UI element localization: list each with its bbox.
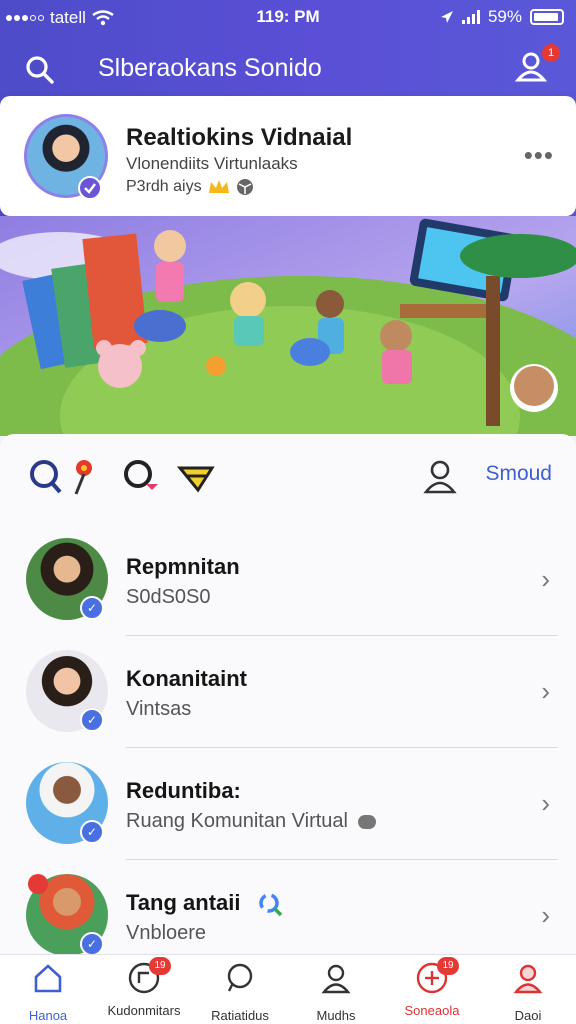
search-icon xyxy=(227,963,253,992)
profile-stat-text: P3rdh aiys xyxy=(126,178,202,195)
profile-name: Realtiokins Vidnaial xyxy=(126,124,353,151)
tab-label: Daoi xyxy=(514,1008,542,1023)
filter-toolbar: Smoud xyxy=(0,454,576,498)
chevron-right-icon: › xyxy=(541,900,550,930)
list-item-subtitle-text: Ruang Komunitan Virtual xyxy=(126,810,348,832)
search-heart-icon[interactable] xyxy=(120,454,164,498)
google-search-icon xyxy=(258,893,282,917)
send-link[interactable]: Smoud xyxy=(485,462,552,486)
profile-card[interactable]: Realtiokins Vidnaial Vlonendiits Virtunl… xyxy=(0,96,576,216)
list-item-subtitle: S0dS0S0 xyxy=(126,586,211,608)
tab-badge: 19 xyxy=(149,957,171,975)
verified-badge-icon: ✓ xyxy=(80,596,104,620)
alert-badge-icon xyxy=(28,874,48,894)
list-item-subtitle: Ruang Komunitan Virtual xyxy=(126,810,376,833)
bee-icon[interactable] xyxy=(174,454,218,498)
location-arrow-icon xyxy=(440,11,453,23)
list-item[interactable]: ✓ Konanitaint Vintsas › xyxy=(0,636,576,748)
community-banner-illustration xyxy=(0,216,576,436)
chevron-right-icon: › xyxy=(541,564,550,594)
bottom-tab-bar: Hanoa 19 Kudonmitars Ratiatidus Mudhs 19… xyxy=(0,954,576,1024)
chat-icon-wrap: 19 xyxy=(127,957,171,995)
person-icon[interactable] xyxy=(418,454,462,498)
list-item-title: Konanitaint xyxy=(126,666,247,691)
banner-art xyxy=(0,216,576,436)
app-title: Slberaokans Sonido xyxy=(98,54,322,82)
verified-badge-icon xyxy=(78,176,102,200)
chevron-right-icon: › xyxy=(541,788,550,818)
list-item[interactable]: ✓ Reduntiba: Ruang Komunitan Virtual › xyxy=(0,748,576,860)
tab-badge: 19 xyxy=(437,957,459,975)
status-right: 59% xyxy=(440,7,564,27)
battery-icon xyxy=(530,9,564,25)
profile-subtitle: Vlonendiits Virtunlaaks xyxy=(126,154,298,173)
status-bar: tatell 119: PM 59% xyxy=(0,0,576,36)
crown-icon xyxy=(208,180,229,193)
notification-badge: 1 xyxy=(542,44,560,62)
profile-stat: P3rdh aiys xyxy=(126,178,254,196)
verified-badge-icon: ✓ xyxy=(80,820,104,844)
list-item-subtitle: Vintsas xyxy=(126,698,192,720)
battery-percent: 59% xyxy=(487,7,522,26)
verified-badge-icon: ✓ xyxy=(80,708,104,732)
person-icon xyxy=(321,964,351,994)
cell-signal-icon xyxy=(461,10,480,24)
verified-badge-icon: ✓ xyxy=(80,932,104,956)
home-icon xyxy=(34,964,62,993)
add-icon-wrap: 19 xyxy=(415,957,459,995)
cloud-icon xyxy=(357,814,376,829)
flower-icon[interactable] xyxy=(64,454,108,498)
chevron-right-icon: › xyxy=(541,676,550,706)
list-item-title: Reduntiba: xyxy=(126,778,241,803)
ball-icon xyxy=(236,179,253,195)
user-icon xyxy=(513,964,543,994)
search-icon[interactable] xyxy=(22,52,58,88)
profile-button[interactable]: 1 xyxy=(514,44,560,86)
list-item-title-text: Tang antaii xyxy=(126,890,241,915)
list-item-subtitle: Vnbloere xyxy=(126,922,207,944)
list-item[interactable]: ✓ Repmnitan S0dS0S0 › xyxy=(0,524,576,636)
more-options-button[interactable]: ••• xyxy=(524,140,554,171)
tab-profile[interactable]: Daoi xyxy=(470,961,576,1023)
list-item-title: Repmnitan xyxy=(126,554,240,579)
app-bar: Slberaokans Sonido 1 xyxy=(0,44,576,92)
list-item-title: Tang antaii xyxy=(126,890,283,917)
community-panel: Smoud ✓ Repmnitan S0dS0S0 › ✓ Konanitain… xyxy=(0,434,576,956)
